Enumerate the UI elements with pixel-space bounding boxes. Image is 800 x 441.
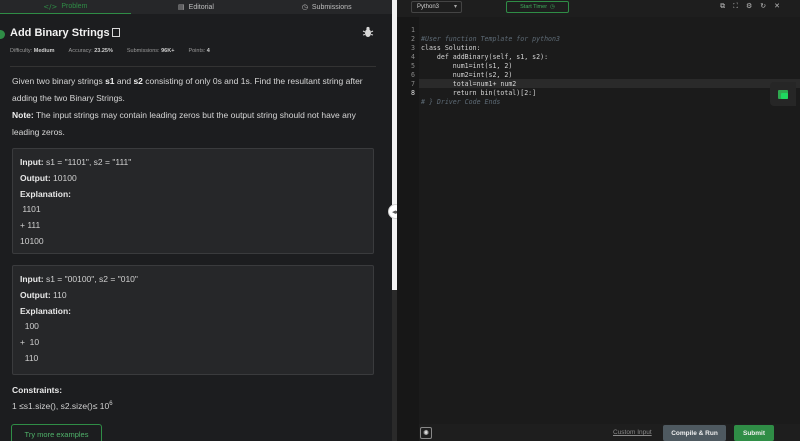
code-line: 3 def addBinary(self, s1, s2): bbox=[411, 44, 549, 61]
tab-editorial[interactable]: ▤ Editorial bbox=[131, 0, 262, 14]
problem-tabs: </> Problem ▤ Editorial ◷ Submissions bbox=[0, 0, 392, 14]
code-line: 7 return bin(total)[2:] bbox=[411, 80, 537, 97]
code-line: 2 class Solution: bbox=[411, 35, 481, 52]
lightbulb-icon[interactable]: ✺ bbox=[420, 427, 432, 439]
note-text: The input strings may contain leading ze… bbox=[12, 110, 356, 137]
code-icon: </> bbox=[43, 2, 58, 11]
example-box: Input: s1 = "1101", s2 = "111" Output: 1… bbox=[12, 148, 374, 254]
constraints-label: Constraints: bbox=[12, 385, 63, 395]
title-row: Add Binary Strings bbox=[0, 22, 392, 42]
status-dot bbox=[0, 30, 5, 39]
custom-input-link[interactable]: Custom Input bbox=[613, 429, 652, 436]
try-more-examples-button[interactable]: Try more examples bbox=[11, 424, 102, 441]
problem-title: Add Binary Strings bbox=[10, 27, 120, 39]
problem-panel: </> Problem ▤ Editorial ◷ Submissions Ad… bbox=[0, 0, 392, 441]
note-label: Note: bbox=[12, 110, 34, 120]
editor-tools: ⧉ ⛶ ⚙ ↻ ✕ bbox=[720, 2, 780, 11]
submit-button[interactable]: Submit bbox=[734, 425, 774, 441]
code-line: 5 num2=int(s2, 2) bbox=[411, 62, 513, 79]
language-select[interactable]: Python3 ▾ bbox=[411, 1, 462, 13]
chat-button[interactable] bbox=[770, 82, 796, 106]
timer-icon: ◷ bbox=[550, 4, 555, 10]
language-value: Python3 bbox=[417, 4, 440, 10]
close-icon[interactable]: ✕ bbox=[774, 2, 780, 11]
tab-label: Problem bbox=[61, 3, 88, 10]
problem-meta: Difficulty: Medium Accuracy: 23.25% Subm… bbox=[10, 48, 210, 54]
submissions-count: Submissions: 96K+ bbox=[126, 48, 175, 54]
constraints-text: 1 ≤s1.size(), s2.size()≤ 106 bbox=[12, 401, 113, 411]
example-box: Input: s1 = "00100", s2 = "010" Output: … bbox=[12, 265, 374, 375]
code-line: 1 #User function Template for python3 bbox=[411, 26, 560, 43]
bug-report-icon[interactable] bbox=[362, 26, 374, 38]
accuracy: Accuracy: 23.25% bbox=[68, 48, 113, 54]
points: Points: 4 bbox=[188, 48, 210, 54]
copy-icon[interactable]: ⧉ bbox=[720, 2, 725, 11]
code-line: 8 # } Driver Code Ends bbox=[411, 89, 501, 106]
problem-description: Given two binary strings s1 and s2 consi… bbox=[12, 76, 363, 137]
code-line: 4 num1=int(s1, 2) bbox=[411, 53, 513, 70]
code-editor[interactable]: 1 #User function Template for python3 2 … bbox=[411, 17, 800, 424]
tab-submissions[interactable]: ◷ Submissions bbox=[261, 0, 392, 14]
book-icon: ▤ bbox=[178, 3, 185, 11]
start-timer-button[interactable]: Start Timer ◷ bbox=[506, 1, 569, 13]
tab-label: Submissions bbox=[311, 3, 352, 11]
editor-panel: Python3 ▾ Start Timer ◷ ⧉ ⛶ ⚙ ↻ ✕ 1 #Use… bbox=[397, 0, 800, 441]
chat-icon bbox=[778, 89, 788, 99]
timer-label: Start Timer bbox=[520, 4, 548, 10]
reset-icon[interactable]: ↻ bbox=[760, 2, 766, 11]
code-line: 6 total=num1+ num2 bbox=[411, 71, 517, 88]
tab-label: Editorial bbox=[188, 3, 214, 11]
difficulty: Difficulty: Medium bbox=[10, 48, 55, 54]
editor-toolbar: Python3 ▾ Start Timer ◷ ⧉ ⛶ ⚙ ↻ ✕ bbox=[397, 0, 800, 14]
fullscreen-icon[interactable]: ⛶ bbox=[733, 2, 738, 11]
clock-icon: ◷ bbox=[301, 3, 308, 11]
divider bbox=[10, 66, 376, 67]
chevron-down-icon: ▾ bbox=[453, 3, 457, 10]
compile-run-button[interactable]: Compile & Run bbox=[663, 425, 726, 441]
problem-title-text: Add Binary Strings bbox=[10, 27, 110, 39]
tab-problem[interactable]: </> Problem bbox=[0, 0, 131, 14]
settings-icon[interactable]: ⚙ bbox=[746, 2, 752, 11]
bookmark-icon[interactable] bbox=[111, 28, 120, 37]
